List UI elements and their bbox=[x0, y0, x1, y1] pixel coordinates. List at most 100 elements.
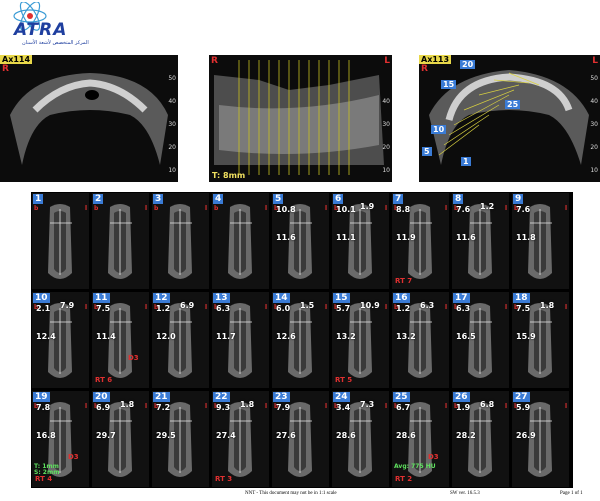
atra-logo: ATRA المركز المتخصص لأشعة الأسنان bbox=[4, 2, 89, 54]
cross-section-cell[interactable]: 5 b l 10.8 11.6 bbox=[272, 193, 329, 289]
slice-marker[interactable]: 15 bbox=[441, 80, 457, 89]
measurement-label: 12.4 bbox=[36, 332, 56, 341]
measurement-label: 10.1 bbox=[336, 205, 356, 214]
measurement-label: 6.3 bbox=[216, 304, 231, 313]
lingual-marker: l bbox=[264, 205, 267, 212]
lingual-marker: l bbox=[444, 403, 447, 410]
cell-number-badge: 7 bbox=[393, 194, 404, 204]
cross-section-cell[interactable]: 7 b l 8.8 11.9 RT 7 bbox=[392, 193, 449, 289]
slice-marker[interactable]: 10 bbox=[431, 125, 447, 134]
cross-section-image bbox=[152, 193, 209, 289]
measurement-label: 29.7 bbox=[96, 431, 116, 440]
axial-scan-image bbox=[419, 55, 600, 182]
cross-section-cell[interactable]: 13 b l 6.3 11.7 bbox=[212, 292, 269, 388]
cross-section-cell[interactable]: 22 b l 9.3 1.8 27.4 RT 3 bbox=[212, 391, 269, 487]
slice-marker[interactable]: 5 bbox=[422, 147, 432, 156]
cross-section-cell[interactable]: 26 b l 1.9 6.8 28.2 bbox=[452, 391, 509, 487]
side-right-label: R bbox=[2, 64, 9, 74]
axial-view-1[interactable]: Ax114 R 50 40 30 20 10 bbox=[0, 55, 178, 182]
cell-number-badge: 3 bbox=[153, 194, 164, 204]
slice-spacing-info: S: 2mm bbox=[34, 469, 60, 476]
lingual-marker: l bbox=[384, 205, 387, 212]
measurement-label: 13.2 bbox=[396, 332, 416, 341]
cross-section-cell[interactable]: 9 b l 7.6 11.8 bbox=[512, 193, 569, 289]
slice-marker[interactable]: 20 bbox=[460, 60, 476, 69]
axial-view-2[interactable]: Ax113 R L 20 15 10 5 25 1 50 40 30 20 10 bbox=[419, 55, 600, 182]
cross-section-cell[interactable]: 1b l bbox=[32, 193, 89, 289]
lingual-marker: l bbox=[144, 403, 147, 410]
lingual-marker: l bbox=[324, 304, 327, 311]
measurement-label: 3.4 bbox=[336, 403, 351, 412]
side-left-label: L bbox=[592, 56, 598, 66]
cross-section-cell[interactable]: 16 b l 1.2 6.3 13.2 bbox=[392, 292, 449, 388]
lingual-marker: l bbox=[84, 403, 87, 410]
cross-section-cell[interactable]: 25 b l 6.7 28.6 RT 2 D3 Avg: 775 HU bbox=[392, 391, 449, 487]
cross-section-cell[interactable]: 2b l bbox=[92, 193, 149, 289]
cross-section-cell[interactable]: 10 b l 2.1 7.9 12.4 bbox=[32, 292, 89, 388]
ruler-tick: 30 bbox=[590, 121, 598, 128]
lingual-marker: l bbox=[204, 403, 207, 410]
cross-section-grid: 1 b l 2 b l 3 b l 4 b l 5 b l 10.8 11.6 6 b l 10.1 1.9 11.1 7 b l… bbox=[31, 192, 573, 488]
ruler-tick: 50 bbox=[590, 75, 598, 82]
measurement-label: 7.6 bbox=[516, 205, 531, 214]
measurement-label: 6.0 bbox=[276, 304, 291, 313]
cross-section-cell[interactable]: 17 b l 6.3 16.5 bbox=[452, 292, 509, 388]
measurement-label: 6.7 bbox=[396, 403, 411, 412]
ruler-tick: 40 bbox=[168, 98, 176, 105]
cross-section-cell[interactable]: 21 b l 7.2 29.5 bbox=[152, 391, 209, 487]
buccal-marker: b bbox=[154, 205, 159, 212]
cross-section-cell[interactable]: 6 b l 10.1 1.9 11.1 bbox=[332, 193, 389, 289]
cross-section-cell[interactable]: 15 b l 5.7 10.9 13.2 RT 5 bbox=[332, 292, 389, 388]
measurement-label: 27.6 bbox=[276, 431, 296, 440]
lingual-marker: l bbox=[504, 304, 507, 311]
axial-label: Ax113 bbox=[419, 55, 452, 64]
ruler-tick: 50 bbox=[168, 75, 176, 82]
slice-marker[interactable]: 25 bbox=[505, 100, 521, 109]
cell-number-badge: 8 bbox=[453, 194, 464, 204]
lingual-marker: l bbox=[144, 205, 147, 212]
measurement-label: 11.8 bbox=[516, 233, 536, 242]
cross-section-cell[interactable]: 12 b l 1.2 6.9 12.0 bbox=[152, 292, 209, 388]
cell-number-badge: 12 bbox=[153, 293, 170, 303]
lingual-marker: l bbox=[504, 403, 507, 410]
logo-subtitle: المركز المتخصص لأشعة الأسنان bbox=[22, 40, 89, 46]
slice-marker[interactable]: 1 bbox=[461, 157, 471, 166]
cross-section-cell[interactable]: 20 b l 6.9 1.8 29.7 bbox=[92, 391, 149, 487]
measurement-label: 9.3 bbox=[216, 403, 231, 412]
measurement-label: 11.6 bbox=[276, 233, 296, 242]
side-right-label: R bbox=[421, 64, 428, 74]
ruler-tick: 30 bbox=[382, 121, 390, 128]
lingual-marker: l bbox=[324, 205, 327, 212]
measurement-label: 11.6 bbox=[456, 233, 476, 242]
measurement-label: 1.2 bbox=[480, 202, 495, 211]
cell-number-badge: 17 bbox=[453, 293, 470, 303]
cross-section-cell[interactable]: 14 b l 6.0 1.5 12.6 bbox=[272, 292, 329, 388]
measurement-label: 1.2 bbox=[156, 304, 171, 313]
ruler-tick: 40 bbox=[590, 98, 598, 105]
measurement-label: 16.5 bbox=[456, 332, 476, 341]
cell-number-badge: 27 bbox=[513, 392, 530, 402]
cross-section-cell[interactable]: 27 b l 5.9 26.9 bbox=[512, 391, 569, 487]
cross-section-cell[interactable]: 8 b l 7.6 1.2 11.6 bbox=[452, 193, 509, 289]
measurement-label: 1.8 bbox=[540, 301, 555, 310]
buccal-marker: b bbox=[94, 205, 99, 212]
cross-section-cell[interactable]: 23 b l 7.9 27.6 bbox=[272, 391, 329, 487]
cell-number-badge: 22 bbox=[213, 392, 230, 402]
cross-section-cell[interactable]: 24 b l 3.4 7.3 28.6 bbox=[332, 391, 389, 487]
ruler-tick: 20 bbox=[168, 144, 176, 151]
cell-number-badge: 26 bbox=[453, 392, 470, 402]
measurement-label: 11.4 bbox=[96, 332, 116, 341]
footer-software-version: SW ver. 16.5.3 bbox=[450, 491, 480, 496]
cross-section-cell[interactable]: 19 b l 7.8 16.8 RT 4 D3 T: 1mm S: 2mm bbox=[32, 391, 89, 487]
lingual-marker: l bbox=[144, 304, 147, 311]
panoramic-view[interactable]: R L T: 8mm 40 30 20 10 bbox=[209, 55, 392, 182]
cross-section-cell[interactable]: 11 b l 7.5 11.4 RT 6 D3 bbox=[92, 292, 149, 388]
measurement-label: 11.9 bbox=[396, 233, 416, 242]
cross-section-cell[interactable]: 3b l bbox=[152, 193, 209, 289]
cross-section-image bbox=[212, 193, 269, 289]
rt-label: RT 7 bbox=[395, 277, 413, 285]
cross-section-cell[interactable]: 18 b l 7.5 1.8 15.9 bbox=[512, 292, 569, 388]
cross-section-cell[interactable]: 4b l bbox=[212, 193, 269, 289]
measurement-label: 15.9 bbox=[516, 332, 536, 341]
cell-number-badge: 4 bbox=[213, 194, 224, 204]
